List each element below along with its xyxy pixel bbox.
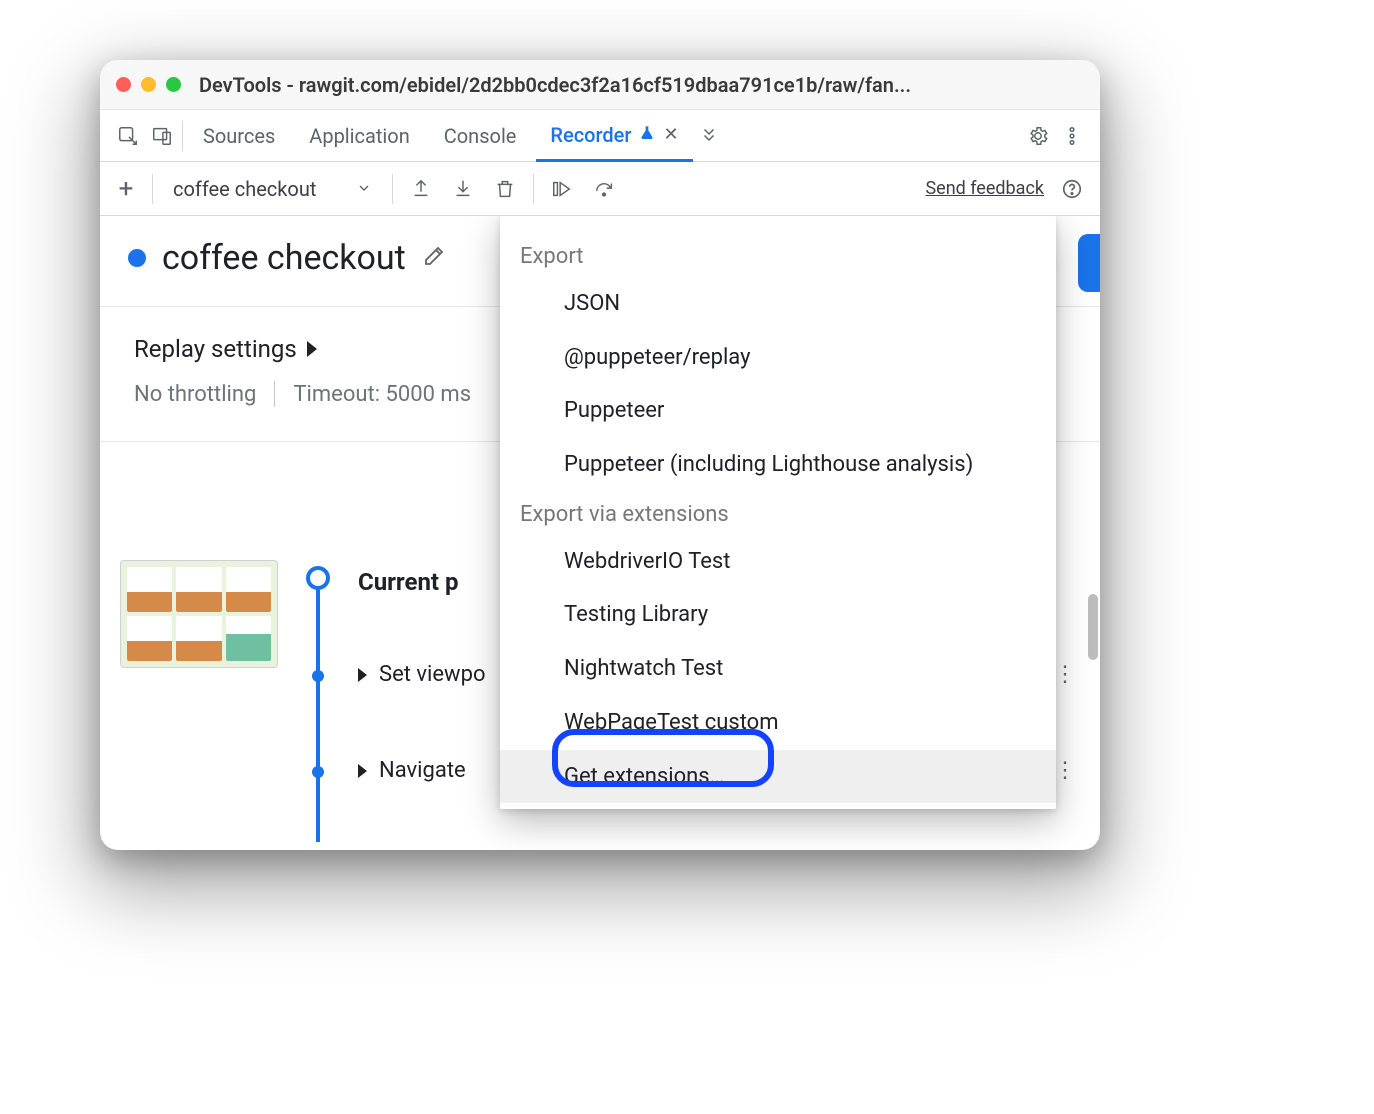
export-item-json[interactable]: JSON xyxy=(500,277,1056,331)
separator xyxy=(152,174,153,204)
step-menu-icon[interactable]: ⋮ xyxy=(1054,758,1076,783)
new-recording-icon[interactable]: + xyxy=(114,174,138,204)
minimize-window-icon[interactable] xyxy=(141,77,156,92)
separator xyxy=(182,121,183,151)
recording-indicator-icon xyxy=(128,249,146,267)
replay-button-edge[interactable] xyxy=(1078,234,1100,292)
timeout-value: Timeout: 5000 ms xyxy=(293,382,471,407)
devtools-window: DevTools - rawgit.com/ebidel/2d2bb0cdec3… xyxy=(100,60,1100,850)
separator xyxy=(533,174,534,204)
send-feedback-link[interactable]: Send feedback xyxy=(925,178,1044,199)
timeline-start-icon xyxy=(306,566,330,590)
export-extensions-header: Export via extensions xyxy=(500,492,1056,535)
maximize-window-icon[interactable] xyxy=(166,77,181,92)
throttling-value: No throttling xyxy=(134,382,256,407)
current-page-label: Current p xyxy=(358,568,459,596)
help-icon[interactable] xyxy=(1058,175,1086,203)
separator xyxy=(274,381,275,407)
timeline-node-icon xyxy=(312,670,324,682)
step-row[interactable]: Navigate xyxy=(358,758,466,783)
window-title: DevTools - rawgit.com/ebidel/2d2bb0cdec3… xyxy=(199,73,1084,97)
device-toggle-icon[interactable] xyxy=(148,122,176,150)
timeline xyxy=(306,560,310,802)
timeline-node-icon xyxy=(312,766,324,778)
tab-sources[interactable]: Sources xyxy=(189,110,289,162)
caret-right-icon xyxy=(307,341,317,357)
window-controls xyxy=(116,77,181,92)
caret-right-icon xyxy=(358,764,367,778)
recorder-content: coffee checkout Replay settings No throt… xyxy=(100,216,1100,850)
caret-right-icon xyxy=(358,668,367,682)
recorder-toolbar: + coffee checkout Send feedback xyxy=(100,162,1100,216)
panel-tabbar: Sources Application Console Recorder ✕ xyxy=(100,110,1100,162)
recording-select[interactable]: coffee checkout xyxy=(167,177,378,201)
export-item-puppeteer-replay[interactable]: @puppeteer/replay xyxy=(500,331,1056,385)
titlebar: DevTools - rawgit.com/ebidel/2d2bb0cdec3… xyxy=(100,60,1100,110)
import-icon[interactable] xyxy=(449,175,477,203)
export-item-webpagetest[interactable]: WebPageTest custom xyxy=(500,696,1056,750)
export-section-header: Export xyxy=(500,234,1056,277)
export-item-nightwatch[interactable]: Nightwatch Test xyxy=(500,642,1056,696)
inspect-icon[interactable] xyxy=(114,122,142,150)
export-item-get-extensions[interactable]: Get extensions… xyxy=(500,750,1056,804)
tab-application[interactable]: Application xyxy=(295,110,423,162)
recording-title: coffee checkout xyxy=(162,238,406,278)
settings-icon[interactable] xyxy=(1024,122,1052,150)
step-label: Navigate xyxy=(379,758,466,783)
recording-select-label: coffee checkout xyxy=(173,177,316,201)
export-item-testing-library[interactable]: Testing Library xyxy=(500,588,1056,642)
export-item-puppeteer[interactable]: Puppeteer xyxy=(500,384,1056,438)
export-icon[interactable] xyxy=(407,175,435,203)
replay-settings-label: Replay settings xyxy=(134,335,297,363)
step-row[interactable]: Set viewpo xyxy=(358,662,486,687)
delete-icon[interactable] xyxy=(491,175,519,203)
scrollbar-thumb[interactable] xyxy=(1088,594,1098,660)
tab-console[interactable]: Console xyxy=(430,110,531,162)
export-item-webdriverio[interactable]: WebdriverIO Test xyxy=(500,535,1056,589)
separator xyxy=(392,174,393,204)
export-item-puppeteer-lighthouse[interactable]: Puppeteer (including Lighthouse analysis… xyxy=(500,438,1056,492)
step-label: Set viewpo xyxy=(379,662,486,687)
flask-icon xyxy=(639,125,655,145)
kebab-menu-icon[interactable] xyxy=(1058,122,1086,150)
tab-recorder[interactable]: Recorder ✕ xyxy=(536,110,692,162)
step-over-icon[interactable] xyxy=(590,175,618,203)
close-tab-icon[interactable]: ✕ xyxy=(663,124,678,145)
export-dropdown: Export JSON @puppeteer/replay Puppeteer … xyxy=(500,216,1056,809)
more-tabs-icon[interactable] xyxy=(699,124,719,148)
page-thumbnail xyxy=(120,560,278,668)
step-menu-icon[interactable]: ⋮ xyxy=(1054,662,1076,687)
edit-title-icon[interactable] xyxy=(422,244,446,272)
close-window-icon[interactable] xyxy=(116,77,131,92)
chevron-down-icon xyxy=(356,177,372,201)
step-icon[interactable] xyxy=(548,175,576,203)
